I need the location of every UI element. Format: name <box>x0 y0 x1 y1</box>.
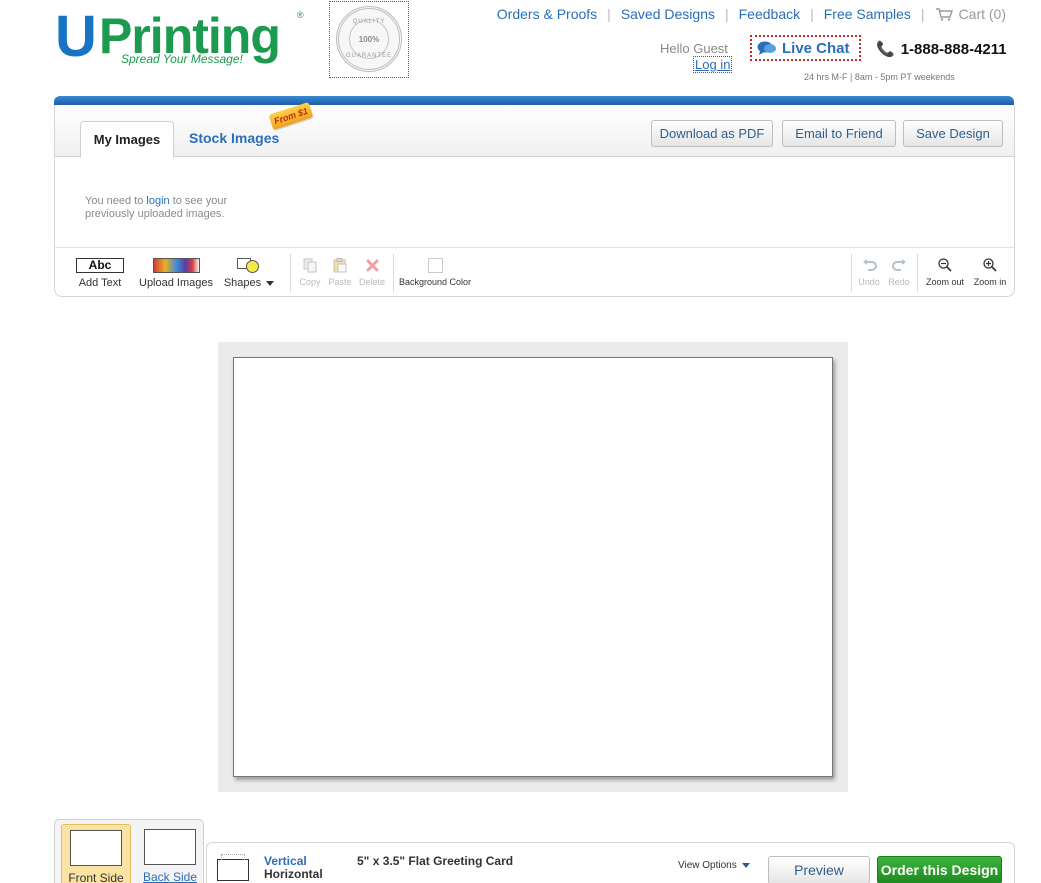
toolbar-separator <box>851 254 852 292</box>
shapes-icon <box>237 257 261 273</box>
quality-guarantee-seal[interactable]: QUALITY 100% GUARANTEE <box>329 1 409 78</box>
support-hours: 24 hrs M-F | 8am - 5pm PT weekends <box>804 72 955 82</box>
redo-tool[interactable]: Redo <box>885 248 913 297</box>
front-side-label: Front Side <box>68 871 124 883</box>
product-bar: Vertical Horizontal 5" x 3.5" Flat Greet… <box>206 842 1015 883</box>
email-friend-button[interactable]: Email to Friend <box>782 120 896 147</box>
add-text-label: Add Text <box>78 277 122 289</box>
chevron-down-icon <box>741 863 750 868</box>
save-design-button[interactable]: Save Design <box>903 120 1003 147</box>
zoom-in-tool[interactable]: Zoom in <box>969 248 1011 297</box>
cart-link[interactable]: Cart (0) <box>935 6 1006 22</box>
phone-icon: 📞 <box>876 41 895 58</box>
chat-bubble-icon <box>757 41 776 55</box>
order-design-button[interactable]: Order this Design <box>877 856 1002 883</box>
undo-icon <box>862 259 877 271</box>
logo-u: U <box>55 4 97 69</box>
shapes-tool[interactable]: Shapes <box>223 248 275 297</box>
nav-separator: | <box>607 6 611 22</box>
paste-icon <box>333 257 347 272</box>
stock-price-badge: From $1 <box>268 101 314 131</box>
vertical-orientation-link[interactable]: Vertical <box>264 854 307 868</box>
tab-stock-images[interactable]: Stock Images <box>189 130 279 146</box>
design-tool-panel: My Images Stock Images From $1 Download … <box>54 101 1015 297</box>
upload-images-icon <box>152 257 200 273</box>
delete-icon <box>366 259 378 271</box>
top-navigation: Orders & Proofs | Saved Designs | Feedba… <box>497 6 1006 22</box>
zoom-in-label: Zoom in <box>973 277 1007 287</box>
login-required-note: You need to login to see your previously… <box>85 195 228 220</box>
toolbar-separator <box>290 254 291 292</box>
zoom-out-label: Zoom out <box>925 277 965 287</box>
background-color-tool[interactable]: Background Color <box>399 248 471 297</box>
add-text-tool[interactable]: Abc Add Text <box>75 248 125 297</box>
design-stage <box>218 342 848 792</box>
upload-images-tool[interactable]: Upload Images <box>139 248 213 297</box>
cart-icon <box>935 8 953 21</box>
nav-separator: | <box>810 6 814 22</box>
seal-badge-icon: QUALITY 100% GUARANTEE <box>336 6 402 72</box>
undo-tool[interactable]: Undo <box>855 248 883 297</box>
toolbar-separator <box>917 254 918 292</box>
product-name: 5" x 3.5" Flat Greeting Card <box>357 854 514 868</box>
upload-images-label: Upload Images <box>139 277 213 289</box>
back-side-label: Back Side <box>142 870 198 883</box>
view-options-label: View Options <box>678 860 737 871</box>
back-side-thumbnail <box>144 829 196 865</box>
login-link[interactable]: Log in <box>693 56 733 73</box>
login-note-link[interactable]: login <box>146 195 169 207</box>
toolbar-separator <box>393 254 394 292</box>
chevron-down-icon <box>266 281 275 286</box>
card-side-selector: Front Side Back Side <box>54 819 204 883</box>
view-options-dropdown[interactable]: View Options <box>678 860 750 871</box>
delete-tool[interactable]: Delete <box>356 248 388 297</box>
front-side-thumbnail <box>70 830 122 866</box>
uprinting-logo[interactable]: U Printing ® Spread Your Message! <box>55 8 315 70</box>
live-chat-label: Live Chat <box>782 39 850 57</box>
seal-bottom-text: GUARANTEE <box>345 53 393 59</box>
background-color-label: Background Color <box>398 277 472 287</box>
tab-my-images[interactable]: My Images <box>80 121 174 158</box>
logo-tagline: Spread Your Message! <box>121 52 243 66</box>
preview-button[interactable]: Preview <box>768 856 870 883</box>
nav-feedback[interactable]: Feedback <box>739 6 800 22</box>
delete-label: Delete <box>358 277 385 287</box>
registered-mark: ® <box>297 10 304 20</box>
nav-separator: | <box>724 6 729 22</box>
editor-toolbar: Abc Add Text Upload Images Shapes Copy P… <box>55 247 1014 296</box>
background-color-swatch <box>427 257 443 273</box>
hello-guest-text: Hello Guest <box>660 41 728 56</box>
redo-icon <box>891 259 906 271</box>
zoom-out-tool[interactable]: Zoom out <box>921 248 969 297</box>
copy-label: Copy <box>299 277 321 287</box>
orientation-icon <box>217 854 249 881</box>
panel-header: My Images Stock Images From $1 Download … <box>55 101 1014 158</box>
phone-number-text: 1-888-888-4211 <box>900 40 1007 58</box>
zoom-out-icon <box>938 258 952 272</box>
redo-label: Redo <box>888 277 910 287</box>
copy-icon <box>303 258 317 272</box>
nav-separator: | <box>920 6 925 22</box>
zoom-in-icon <box>983 258 997 272</box>
copy-tool[interactable]: Copy <box>297 248 323 297</box>
undo-label: Undo <box>858 277 880 287</box>
design-canvas[interactable] <box>233 357 833 777</box>
nav-orders-proofs[interactable]: Orders & Proofs <box>497 6 597 22</box>
download-pdf-button[interactable]: Download as PDF <box>651 120 773 147</box>
cart-label: Cart (0) <box>958 6 1006 22</box>
back-side-tab[interactable]: Back Side <box>135 824 205 883</box>
front-side-tab[interactable]: Front Side <box>61 824 131 883</box>
live-chat-button[interactable]: Live Chat <box>750 35 861 61</box>
add-text-icon: Abc <box>76 257 124 273</box>
seal-top-text: QUALITY <box>352 19 386 25</box>
paste-label: Paste <box>328 277 352 287</box>
header-divider-bar <box>54 96 1014 105</box>
horizontal-orientation-label: Horizontal <box>264 867 323 881</box>
shapes-label: Shapes <box>224 277 275 289</box>
nav-saved-designs[interactable]: Saved Designs <box>621 6 715 22</box>
phone-number: 📞 1-888-888-4211 <box>876 40 1007 59</box>
paste-tool[interactable]: Paste <box>326 248 354 297</box>
nav-free-samples[interactable]: Free Samples <box>824 6 911 22</box>
seal-middle-text: 100% <box>358 35 380 44</box>
